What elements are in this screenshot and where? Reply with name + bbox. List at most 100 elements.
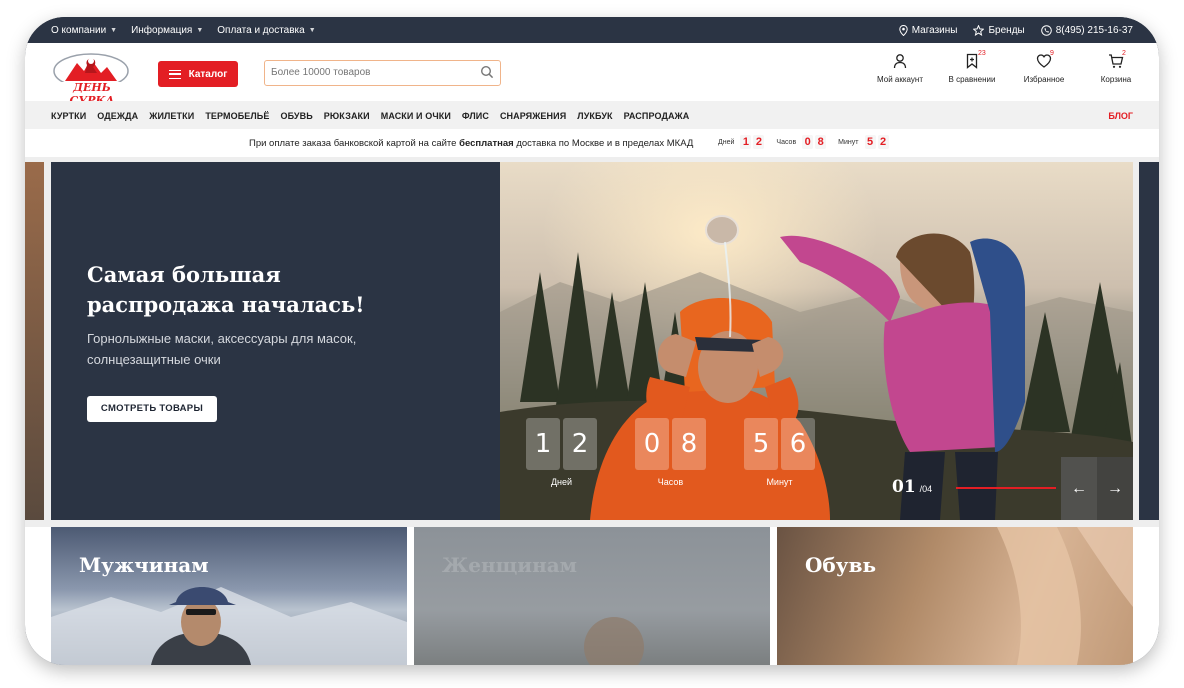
hero-title: Самая большая распродажа началась! bbox=[87, 262, 365, 317]
category-tiles: Мужчинам Женщинам Обувь bbox=[25, 527, 1159, 665]
favorites-button[interactable]: 9 Избранное bbox=[1019, 50, 1069, 84]
top-bar: О компании ▼ Информация ▼ Оплата и доставк… bbox=[25, 17, 1159, 43]
stores-link[interactable]: Магазины bbox=[899, 25, 958, 36]
compare-button[interactable]: 23 В сравнении bbox=[947, 50, 997, 84]
payment-link[interactable]: Оплата и доставка bbox=[217, 25, 304, 36]
slide-current: 01 bbox=[892, 477, 916, 497]
category-men[interactable]: Мужчинам bbox=[51, 527, 407, 665]
cart-count-badge: 2 bbox=[1122, 50, 1126, 57]
nav-item-fleece[interactable]: ФЛИС bbox=[462, 111, 489, 121]
cart-button[interactable]: 2 Корзина bbox=[1091, 50, 1141, 84]
promo-digit: 2 bbox=[877, 135, 889, 149]
star-icon bbox=[973, 25, 985, 36]
cart-label: Корзина bbox=[1100, 75, 1132, 84]
promo-text: При оплате заказа банковской картой на с… bbox=[249, 138, 693, 149]
promo-digit: 0 bbox=[802, 135, 814, 149]
info-menu[interactable]: Информация ▼ bbox=[131, 25, 203, 36]
header-actions: Мой аккаунт 23 В сравнении 9 Избранное 2… bbox=[875, 50, 1141, 84]
category-shoes-title: Обувь bbox=[805, 553, 877, 577]
catalog-button[interactable]: Каталог bbox=[158, 61, 238, 87]
countdown-digit: 8 bbox=[672, 418, 706, 470]
stores-label: Магазины bbox=[911, 25, 958, 36]
countdown-minutes-label: Минут bbox=[766, 477, 793, 487]
men-photo bbox=[51, 587, 407, 665]
phone-number: 8(495) 215-16-37 bbox=[1055, 25, 1133, 36]
chevron-down-icon: ▼ bbox=[110, 27, 118, 34]
phone-link[interactable]: 8(495) 215-16-37 bbox=[1040, 25, 1133, 36]
chevron-down-icon: ▼ bbox=[308, 27, 316, 34]
promo-text-bold: бесплатная bbox=[459, 138, 514, 149]
promo-countdown: Дней 12 Часов 08 Минут 52 bbox=[718, 135, 889, 149]
category-women[interactable]: Женщинам bbox=[414, 527, 770, 665]
brands-link[interactable]: Бренды bbox=[973, 25, 1025, 36]
slide-total: /04 bbox=[919, 484, 933, 494]
chevron-down-icon: ▼ bbox=[196, 27, 204, 34]
catalog-label: Каталог bbox=[188, 68, 228, 80]
nav-item-jackets[interactable]: КУРТКИ bbox=[51, 111, 86, 121]
search-box bbox=[264, 60, 501, 86]
about-link[interactable]: О компании bbox=[51, 25, 106, 36]
site-header: ДЕНЬ СУРКА Каталог Мой аккаунт 23 В срав… bbox=[25, 43, 1159, 107]
countdown-digit: 6 bbox=[781, 418, 815, 470]
compare-label: В сравнении bbox=[948, 75, 996, 84]
nav-item-sale[interactable]: РАСПРОДАЖА bbox=[624, 111, 690, 121]
compare-count-badge: 23 bbox=[978, 50, 986, 57]
next-slide-peek bbox=[1139, 162, 1159, 520]
account-button[interactable]: Мой аккаунт bbox=[875, 53, 925, 84]
promo-minutes-label: Минут bbox=[838, 138, 859, 146]
nav-item-thermal[interactable]: ТЕРМОБЕЛЬЁ bbox=[205, 111, 269, 121]
promo-days-label: Дней bbox=[718, 138, 735, 146]
countdown-days: 1 2 Дней bbox=[526, 418, 597, 487]
category-men-title: Мужчинам bbox=[79, 553, 209, 577]
account-label: Мой аккаунт bbox=[877, 75, 923, 84]
promo-digit: 2 bbox=[753, 135, 765, 149]
nav-item-goggles[interactable]: МАСКИ И ОЧКИ bbox=[381, 111, 451, 121]
arrow-left-icon: ← bbox=[1071, 480, 1087, 497]
promo-digit: 8 bbox=[815, 135, 827, 149]
countdown-days-label: Дней bbox=[550, 477, 573, 487]
nav-item-vests[interactable]: ЖИЛЕТКИ bbox=[149, 111, 194, 121]
phone-icon bbox=[1040, 25, 1052, 36]
slider-next-button[interactable]: → bbox=[1097, 457, 1133, 520]
hero-subtitle: Горнолыжные маски, аксессуары для масок,… bbox=[87, 331, 357, 367]
map-pin-icon bbox=[899, 25, 908, 36]
payment-menu[interactable]: Оплата и доставка ▼ bbox=[217, 25, 315, 36]
category-nav: КУРТКИ ОДЕЖДА ЖИЛЕТКИ ТЕРМОБЕЛЬЁ ОБУВЬ Р… bbox=[25, 101, 1159, 129]
user-icon bbox=[893, 54, 907, 69]
slider-prev-button[interactable]: ← bbox=[1061, 457, 1097, 520]
countdown-digit: 5 bbox=[744, 418, 778, 470]
view-products-button[interactable]: СМОТРЕТЬ ТОВАРЫ bbox=[87, 396, 217, 422]
nav-item-shoes[interactable]: ОБУВЬ bbox=[280, 111, 312, 121]
shoes-photo bbox=[997, 527, 1133, 665]
hero-image: 1 2 Дней 0 8 Часов 5 6 Минут 01 /04 ← → bbox=[500, 162, 1133, 520]
nav-item-lookbook[interactable]: ЛУКБУК bbox=[577, 111, 612, 121]
nav-item-clothing[interactable]: ОДЕЖДА bbox=[97, 111, 138, 121]
prev-slide-peek bbox=[25, 162, 44, 520]
category-women-title: Женщинам bbox=[442, 553, 578, 577]
nav-item-backpacks[interactable]: РЮКЗАКИ bbox=[324, 111, 370, 121]
nav-item-gear[interactable]: СНАРЯЖЕНИЯ bbox=[500, 111, 566, 121]
countdown-digit: 2 bbox=[563, 418, 597, 470]
slide-progress bbox=[956, 487, 1056, 489]
promo-text-start: При оплате заказа банковской картой на с… bbox=[249, 138, 460, 149]
hero-text-panel: Самая большая распродажа началась! Горно… bbox=[51, 162, 500, 520]
countdown-minutes: 5 6 Минут bbox=[744, 418, 815, 487]
favorites-count-badge: 9 bbox=[1050, 50, 1054, 57]
arrow-right-icon: → bbox=[1107, 480, 1123, 497]
promo-digit: 1 bbox=[740, 135, 752, 149]
nav-item-blog[interactable]: БЛОГ bbox=[1108, 111, 1133, 121]
countdown-hours-label: Часов bbox=[657, 477, 684, 487]
promo-digit: 5 bbox=[864, 135, 876, 149]
device-frame: О компании ▼ Информация ▼ Оплата и доставк… bbox=[25, 17, 1159, 665]
search-input[interactable] bbox=[271, 61, 471, 83]
hero-countdown: 1 2 Дней 0 8 Часов 5 6 Минут bbox=[526, 418, 815, 487]
countdown-hours: 0 8 Часов bbox=[635, 418, 706, 487]
slide-indicator: 01 /04 bbox=[892, 477, 932, 497]
category-shoes[interactable]: Обувь bbox=[777, 527, 1133, 665]
women-photo bbox=[584, 617, 644, 665]
browser-viewport: О компании ▼ Информация ▼ Оплата и доставк… bbox=[25, 17, 1159, 665]
info-link[interactable]: Информация bbox=[131, 25, 192, 36]
search-icon[interactable] bbox=[480, 65, 494, 79]
countdown-digit: 0 bbox=[635, 418, 669, 470]
about-menu[interactable]: О компании ▼ bbox=[51, 25, 117, 36]
